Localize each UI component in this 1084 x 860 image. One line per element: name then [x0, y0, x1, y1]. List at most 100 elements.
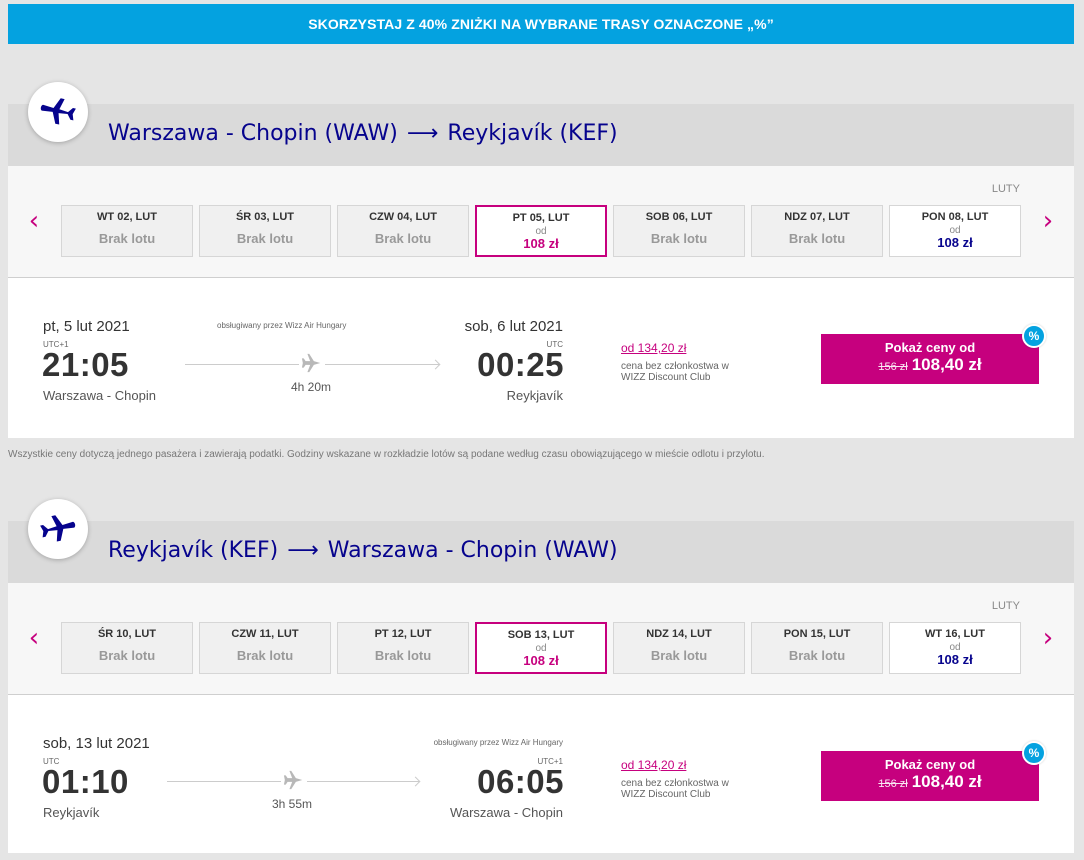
month-label: LUTY — [991, 600, 1020, 612]
date-label: NDZ 14, LUT — [646, 628, 712, 640]
date-option[interactable]: CZW 04, LUT Brak lotu — [337, 205, 469, 257]
route-destination: Warszawa - Chopin (WAW) — [327, 538, 618, 563]
member-note-line: WIZZ Discount Club — [621, 789, 711, 800]
route-header: Reykjavík (KEF) ⟶ Warszawa - Chopin (WAW… — [8, 499, 1074, 583]
member-price-info: od 134,20 zł cena bez członkostwa w WIZZ… — [621, 339, 729, 383]
date-price: 108 zł — [937, 235, 973, 250]
date-label: NDZ 07, LUT — [784, 211, 850, 223]
date-label: PT 12, LUT — [374, 628, 432, 640]
discount-badge-icon: % — [1022, 741, 1046, 765]
route-origin: Reykjavík (KEF) — [108, 538, 279, 563]
date-option[interactable]: CZW 11, LUT Brak lotu — [199, 622, 331, 674]
date-price: 108 zł — [523, 236, 559, 251]
date-label: ŚR 10, LUT — [97, 628, 157, 640]
no-flight: Brak lotu — [374, 648, 432, 663]
date-label: WT 16, LUT — [925, 628, 985, 640]
no-flight: Brak lotu — [98, 231, 156, 246]
arrival-city: Reykjavík — [506, 388, 563, 403]
no-flight: Brak lotu — [236, 231, 294, 246]
arrival-time: 00:25 — [477, 346, 564, 383]
member-price-link[interactable]: od 134,20 zł — [621, 758, 686, 772]
date-option[interactable]: WT 16, LUT od 108 zł — [889, 622, 1021, 674]
date-price: 108 zł — [523, 653, 559, 668]
show-prices-button[interactable]: Pokaż ceny od 156 zł 108,40 zł — [821, 751, 1039, 801]
outbound-section: Warszawa - Chopin (WAW) ⟶ Reykjavík (KEF… — [8, 82, 1074, 438]
route-destination: Reykjavík (KEF) — [447, 121, 618, 146]
date-label: SOB 06, LUT — [645, 211, 713, 223]
date-option[interactable]: SOB 06, LUT Brak lotu — [613, 205, 745, 257]
prev-dates-chevron-icon[interactable]: ‹ — [19, 204, 49, 238]
date-option[interactable]: WT 02, LUT Brak lotu — [61, 205, 193, 257]
arrival-city: Warszawa - Chopin — [450, 805, 563, 820]
member-price-info: od 134,20 zł cena bez członkostwa w WIZZ… — [621, 756, 729, 800]
route-title: Reykjavík (KEF) ⟶ Warszawa - Chopin (WAW… — [108, 538, 618, 563]
date-option-selected[interactable]: SOB 13, LUT od 108 zł — [475, 622, 607, 674]
plane-icon — [28, 82, 88, 142]
date-option[interactable]: ŚR 10, LUT Brak lotu — [61, 622, 193, 674]
no-flight: Brak lotu — [374, 231, 432, 246]
no-flight: Brak lotu — [650, 231, 708, 246]
promo-banner[interactable]: SKORZYSTAJ Z 40% ZNIŻKI NA WYBRANE TRASY… — [8, 4, 1074, 44]
departure-time: 01:10 — [42, 763, 129, 800]
date-option[interactable]: NDZ 14, LUT Brak lotu — [613, 622, 745, 674]
plane-icon — [28, 499, 88, 559]
departure-date: pt, 5 lut 2021 — [43, 318, 130, 335]
operator-note: obsługiwany przez Wizz Air Hungary — [217, 321, 347, 330]
arrival-date: sob, 6 lut 2021 — [464, 318, 563, 335]
no-flight: Brak lotu — [788, 648, 846, 663]
member-price-link[interactable]: od 134,20 zł — [621, 341, 686, 355]
discount-badge-icon: % — [1022, 324, 1046, 348]
old-price: 156 zł — [878, 361, 908, 373]
route-arrow: ⟶ — [287, 538, 319, 563]
discount-price: 108,40 zł — [911, 355, 982, 374]
no-flight: Brak lotu — [788, 231, 846, 246]
departure-city: Reykjavík — [43, 805, 100, 820]
member-note-line: cena bez członkostwa w — [621, 361, 729, 372]
button-label: Pokaż ceny od — [884, 757, 976, 772]
plane-icon — [281, 768, 307, 792]
member-note: cena bez członkostwa w WIZZ Discount Clu… — [621, 361, 729, 383]
next-dates-chevron-icon[interactable]: › — [1033, 204, 1063, 238]
route-title: Warszawa - Chopin (WAW) ⟶ Reykjavík (KEF… — [108, 121, 618, 146]
flight-card: sob, 13 lut 2021 UTC 01:10 Reykjavík 3h … — [8, 695, 1074, 853]
next-dates-chevron-icon[interactable]: › — [1033, 621, 1063, 655]
date-label: PON 15, LUT — [783, 628, 851, 640]
date-label: ŚR 03, LUT — [235, 211, 295, 223]
date-option[interactable]: NDZ 07, LUT Brak lotu — [751, 205, 883, 257]
date-label: PT 05, LUT — [512, 212, 570, 224]
member-note-line: cena bez członkostwa w — [621, 778, 729, 789]
date-price: 108 zł — [937, 652, 973, 667]
date-option[interactable]: PON 08, LUT od 108 zł — [889, 205, 1021, 257]
date-label: CZW 04, LUT — [369, 211, 437, 223]
departure-date: sob, 13 lut 2021 — [43, 735, 150, 752]
arrival-time: 06:05 — [477, 763, 564, 800]
no-flight: Brak lotu — [236, 648, 294, 663]
button-label: Pokaż ceny od — [884, 340, 976, 355]
discount-price: 108,40 zł — [911, 772, 982, 791]
route-origin: Warszawa - Chopin (WAW) — [108, 121, 398, 146]
show-prices-button[interactable]: Pokaż ceny od 156 zł 108,40 zł — [821, 334, 1039, 384]
old-price: 156 zł — [878, 778, 908, 790]
operator-note: obsługiwany przez Wizz Air Hungary — [433, 738, 563, 747]
date-option[interactable]: PON 15, LUT Brak lotu — [751, 622, 883, 674]
no-flight: Brak lotu — [98, 648, 156, 663]
date-option-selected[interactable]: PT 05, LUT od 108 zł — [475, 205, 607, 257]
date-label: CZW 11, LUT — [231, 628, 299, 640]
date-option[interactable]: ŚR 03, LUT Brak lotu — [199, 205, 331, 257]
return-section: Reykjavík (KEF) ⟶ Warszawa - Chopin (WAW… — [8, 499, 1074, 853]
prev-dates-chevron-icon[interactable]: ‹ — [19, 621, 49, 655]
member-note-line: WIZZ Discount Club — [621, 372, 711, 383]
plane-icon — [299, 351, 325, 375]
route-arrow: ⟶ — [406, 121, 439, 146]
no-flight: Brak lotu — [650, 648, 708, 663]
flight-duration: 4h 20m — [291, 380, 332, 394]
flight-card: pt, 5 lut 2021 UTC+1 21:05 Warszawa - Ch… — [8, 278, 1074, 438]
date-label: SOB 13, LUT — [507, 629, 575, 641]
date-label: PON 08, LUT — [921, 211, 989, 223]
flight-duration: 3h 55m — [272, 797, 313, 811]
departure-time: 21:05 — [42, 346, 129, 383]
date-label: WT 02, LUT — [97, 211, 157, 223]
date-option[interactable]: PT 12, LUT Brak lotu — [337, 622, 469, 674]
route-header: Warszawa - Chopin (WAW) ⟶ Reykjavík (KEF… — [8, 82, 1074, 166]
departure-city: Warszawa - Chopin — [43, 388, 156, 403]
